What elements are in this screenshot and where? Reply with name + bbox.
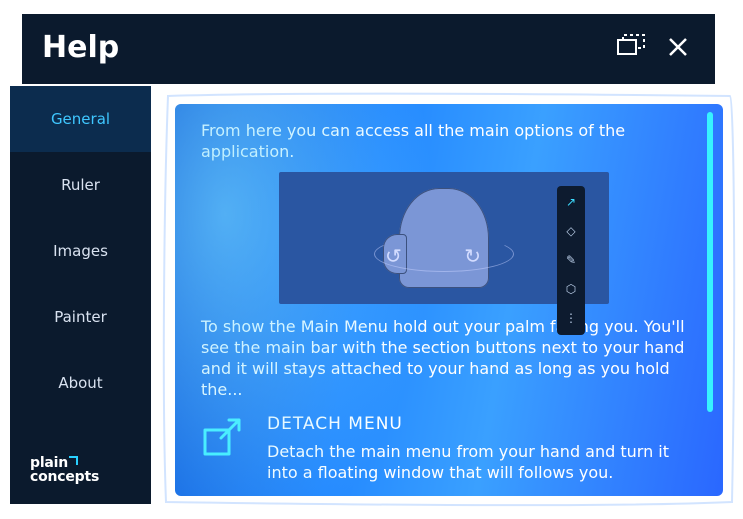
detach-menu-icon (201, 416, 245, 483)
intro-text: From here you can access all the main op… (201, 120, 687, 162)
tab-label: General (51, 110, 110, 128)
tab-label: Painter (54, 308, 107, 326)
feature-desc: Detach the main menu from your hand and … (267, 441, 687, 483)
tab-label: Ruler (61, 176, 100, 194)
feature-detach: DETACH MENU Detach the main menu from yo… (201, 414, 687, 483)
arrow-right-icon: ↻ (464, 246, 481, 267)
tab-about[interactable]: About (10, 350, 151, 416)
feature-title: DETACH MENU (267, 414, 687, 435)
logo-text-2: concepts (30, 469, 99, 485)
brand-logo: plain concepts (30, 456, 99, 484)
window-title: Help (42, 30, 119, 65)
tab-label: Images (53, 242, 108, 260)
sidebar: General Ruler Images Painter About plain… (10, 86, 151, 504)
dots-icon: ⋮ (565, 308, 577, 329)
scrollbar-thumb[interactable] (707, 112, 713, 412)
titlebar: Help (22, 14, 715, 84)
cube-icon: ◇ (566, 221, 575, 242)
hand-menu-bar: ↗ ◇ ✎ ⬡ ⋮ (557, 186, 585, 335)
tab-ruler[interactable]: Ruler (10, 152, 151, 218)
arrow-left-icon: ↺ (385, 246, 402, 267)
tab-general[interactable]: General (10, 86, 151, 152)
detach-icon: ↗ (566, 192, 576, 213)
hand-illustration: ↺ ↻ ↗ ◇ ✎ ⬡ ⋮ (279, 172, 609, 304)
close-button[interactable] (667, 36, 689, 58)
tab-label: About (58, 374, 102, 392)
content-pane: From here you can access all the main op… (175, 104, 723, 496)
logo-accent-icon (69, 456, 78, 465)
maximize-button[interactable] (617, 34, 645, 56)
tab-painter[interactable]: Painter (10, 284, 151, 350)
poly-icon: ⬡ (566, 279, 576, 300)
tab-images[interactable]: Images (10, 218, 151, 284)
pencil-icon: ✎ (566, 250, 576, 271)
instructions-text: To show the Main Menu hold out your palm… (201, 316, 687, 400)
